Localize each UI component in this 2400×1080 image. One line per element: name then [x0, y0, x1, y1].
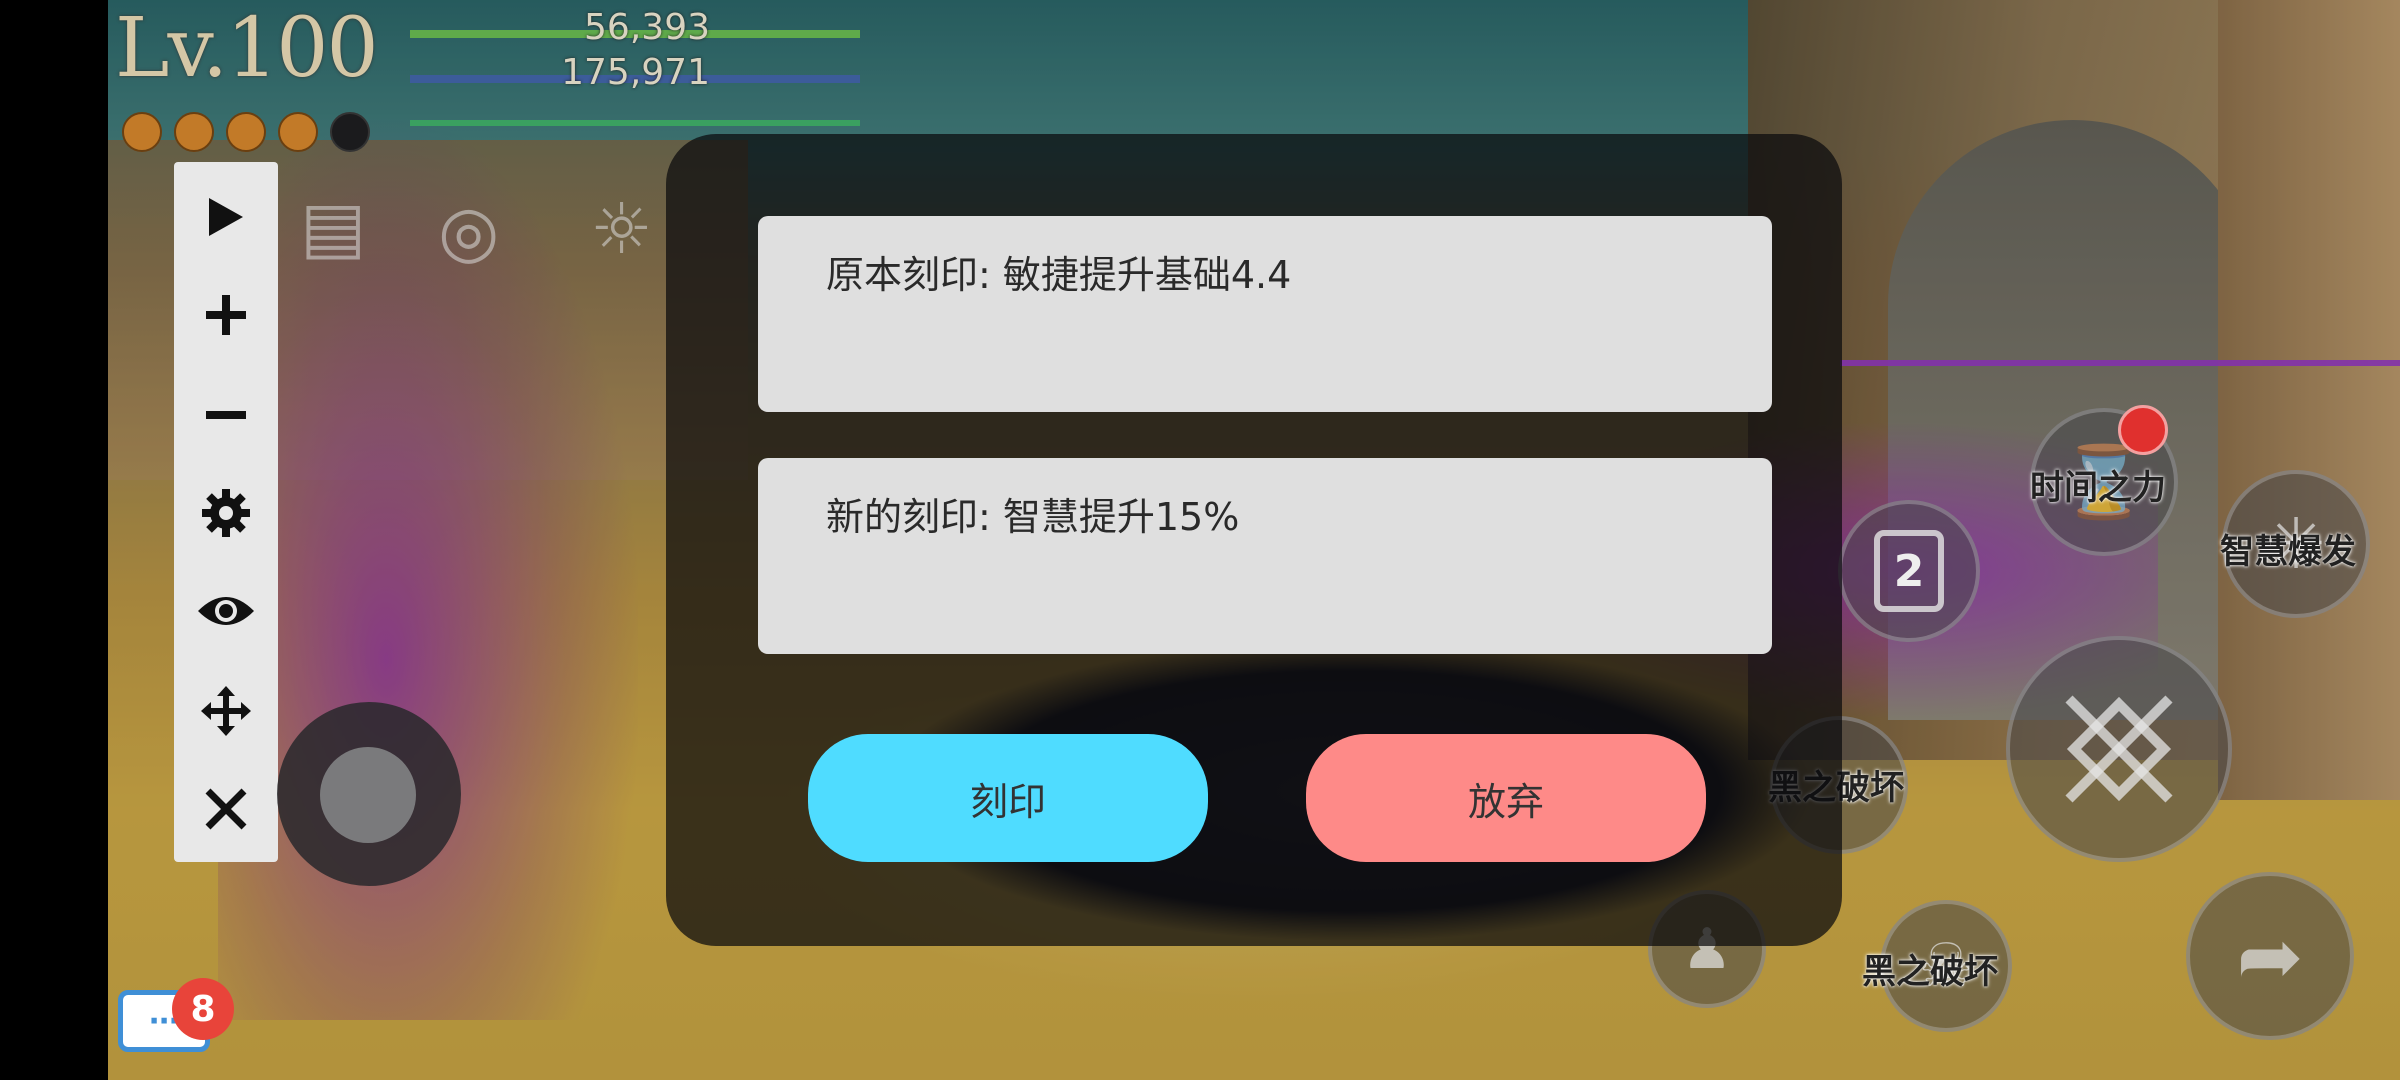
abandon-button[interactable]: 放弃 [1306, 734, 1706, 862]
joystick-knob[interactable] [320, 747, 416, 843]
new-engraving-box: 新的刻印: 智慧提升15% [758, 458, 1772, 654]
skill-wisdom-burst-label: 智慧爆发 [2220, 532, 2356, 572]
minus-icon[interactable] [174, 380, 278, 450]
orb-filled [174, 112, 214, 152]
mp-value: 175,971 [561, 52, 710, 93]
original-engraving-box: 原本刻印: 敏捷提升基础4.4 [758, 216, 1772, 412]
close-icon[interactable] [174, 774, 278, 844]
orb-filled [122, 112, 162, 152]
new-engraving-text: 新的刻印: 智慧提升15% [826, 495, 1240, 539]
skill-time-power-label: 时间之力 [2030, 468, 2166, 508]
eye-icon[interactable] [174, 576, 278, 646]
scroll-icon[interactable]: ▤ [300, 186, 366, 268]
watch-icon: 2 [1874, 530, 1944, 612]
plus-icon[interactable] [174, 280, 278, 350]
move-icon[interactable] [174, 676, 278, 746]
player-level: Lv.100 [115, 1, 379, 96]
orb-filled [226, 112, 266, 152]
play-icon[interactable] [174, 182, 278, 252]
engraving-dialog: 原本刻印: 敏捷提升基础4.4 新的刻印: 智慧提升15% 刻印 放弃 [666, 134, 1842, 946]
original-engraving-text: 原本刻印: 敏捷提升基础4.4 [826, 253, 1292, 297]
energy-orbs [122, 112, 370, 152]
xp-bar [410, 120, 860, 126]
headset-icon[interactable]: ☼ [590, 188, 653, 270]
orb-empty [330, 112, 370, 152]
stamp-button[interactable]: 刻印 [808, 734, 1208, 862]
chat-unread-badge: 8 [172, 978, 234, 1040]
dodge-button[interactable]: ➦ [2186, 872, 2354, 1040]
skill-dark-destroy-2-label: 黑之破坏 [1862, 952, 1998, 992]
orb-filled [278, 112, 318, 152]
hp-value: 56,393 [584, 7, 710, 48]
crossed-swords-icon [2065, 695, 2173, 803]
gear-icon[interactable] [174, 478, 278, 548]
attack-button[interactable] [2006, 636, 2232, 862]
alert-dot [2118, 405, 2168, 455]
floating-toolbar [174, 162, 278, 862]
runner-icon: ➦ [2236, 909, 2304, 1003]
slot-watch-button[interactable]: 2 [1838, 500, 1980, 642]
target-icon[interactable]: ◎ [438, 190, 499, 272]
